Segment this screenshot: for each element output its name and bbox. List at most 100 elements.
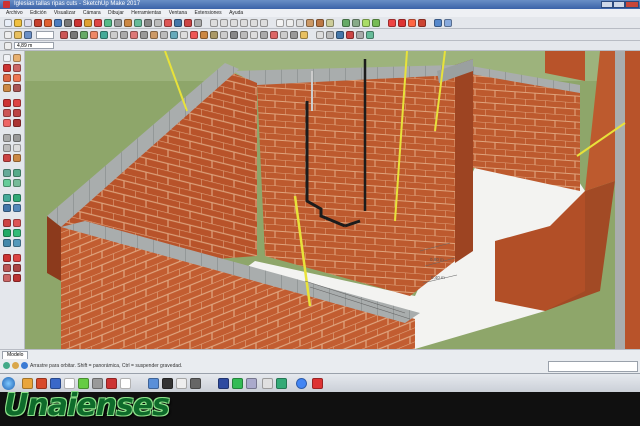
app-icon-9[interactable] [232,378,243,389]
line-icon[interactable] [24,19,32,27]
rectangle-icon[interactable] [34,19,42,27]
text-icon[interactable] [250,31,258,39]
select-icon[interactable] [4,19,12,27]
solid-intersect-icon[interactable] [408,19,416,27]
materials-icon[interactable] [120,31,128,39]
perspective-icon[interactable] [326,31,334,39]
outliner-icon[interactable] [140,31,148,39]
tape-measure-icon[interactable] [114,19,122,27]
camera-icon[interactable] [180,31,188,39]
sandbox-icon[interactable] [342,19,350,27]
drape-icon[interactable] [13,229,21,237]
chrome-icon[interactable] [296,378,307,389]
left-view-icon[interactable] [260,19,268,27]
undo-icon[interactable] [60,31,68,39]
dynamic-components-icon[interactable] [356,31,364,39]
drape-icon[interactable] [372,19,380,27]
menu-ventana[interactable]: Ventana [169,9,187,17]
right-view-icon[interactable] [240,19,248,27]
follow-me-icon[interactable] [13,119,21,127]
back-view-icon[interactable] [250,19,258,27]
look-around-icon[interactable] [13,194,21,202]
menu-dibujar[interactable]: Dibujar [108,9,124,17]
menu-herramientas[interactable]: Herramientas [131,9,161,17]
component-make-icon[interactable] [300,31,308,39]
line-icon[interactable] [3,64,11,72]
text-icon[interactable] [13,144,21,152]
layer-dropdown[interactable] [36,31,54,39]
components-icon[interactable] [110,31,118,39]
freehand-icon[interactable] [290,31,298,39]
model-info-icon[interactable] [90,31,98,39]
stamp-icon[interactable] [3,229,11,237]
xray-icon[interactable] [276,19,284,27]
orbit-icon[interactable] [3,169,11,177]
protractor-icon[interactable] [3,144,11,152]
smoove-icon[interactable] [13,219,21,227]
flip-edge-icon[interactable] [13,239,21,247]
app-icon-10[interactable] [246,378,257,389]
sketchup-taskbar-icon[interactable] [312,378,323,389]
offset-icon[interactable] [3,119,11,127]
app-icon-11[interactable] [262,378,273,389]
select-icon[interactable] [3,54,11,62]
parallel-projection-icon[interactable] [316,31,324,39]
tape-measure-icon[interactable] [3,134,11,142]
zoom-icon[interactable] [3,179,11,187]
arrow-icon[interactable] [4,42,12,50]
extension-warehouse-icon[interactable] [336,31,344,39]
zoom-icon[interactable] [154,19,162,27]
scale-icon[interactable] [94,19,102,27]
front-view-icon[interactable] [230,19,238,27]
walk-icon[interactable] [190,31,198,39]
paint-bucket-icon[interactable] [124,19,132,27]
stamp-icon[interactable] [362,19,370,27]
smoove-icon[interactable] [352,19,360,27]
solid-trim-icon[interactable] [418,19,426,27]
measure-field[interactable]: 4,89 m [14,42,54,49]
menu-ayuda[interactable]: Ayuda [229,9,243,17]
solid-union-icon[interactable] [388,19,396,27]
user-icon[interactable] [21,362,28,369]
rotate-icon[interactable] [3,109,11,117]
styles-icon[interactable] [100,31,108,39]
walk-icon[interactable] [3,194,11,202]
add-detail-icon[interactable] [3,239,11,247]
axes-icon[interactable] [3,154,11,162]
solid-subtract-icon[interactable] [398,19,406,27]
geo-location-icon[interactable] [3,362,10,369]
eraser-icon[interactable] [14,19,22,27]
shaded-textures-icon[interactable] [316,19,324,27]
scenes-icon[interactable] [130,31,138,39]
warehouse-icon[interactable] [174,19,182,27]
display-sections-icon[interactable] [444,19,452,27]
section-plane-icon[interactable] [13,204,21,212]
scale-icon[interactable] [13,109,21,117]
rotate-icon[interactable] [84,19,92,27]
move-icon[interactable] [74,19,82,27]
follow-me-icon[interactable] [270,31,278,39]
outer-shell-icon[interactable] [13,274,21,282]
extension-icon[interactable] [184,19,192,27]
shadows-icon[interactable] [150,31,158,39]
arc-icon[interactable] [54,19,62,27]
app-icon-7[interactable] [190,378,201,389]
position-camera-icon[interactable] [210,31,218,39]
wireframe-icon[interactable] [286,19,294,27]
protractor-icon[interactable] [220,31,228,39]
geo-location-icon[interactable] [170,31,178,39]
solid-union-icon[interactable] [3,254,11,262]
app-icon-8[interactable] [218,378,229,389]
save-icon[interactable] [24,31,32,39]
pan-icon[interactable] [144,19,152,27]
solid-intersect-icon[interactable] [3,264,11,272]
dimension-icon[interactable] [240,31,248,39]
ruby-console-icon[interactable] [346,31,354,39]
paint-bucket-icon[interactable] [13,154,21,162]
arc-icon[interactable] [3,84,11,92]
offset-icon[interactable] [104,19,112,27]
fog-icon[interactable] [160,31,168,39]
menu-camara[interactable]: Cámara [83,9,101,17]
polygon-icon[interactable] [13,84,21,92]
menu-edicion[interactable]: Edición [30,9,46,17]
